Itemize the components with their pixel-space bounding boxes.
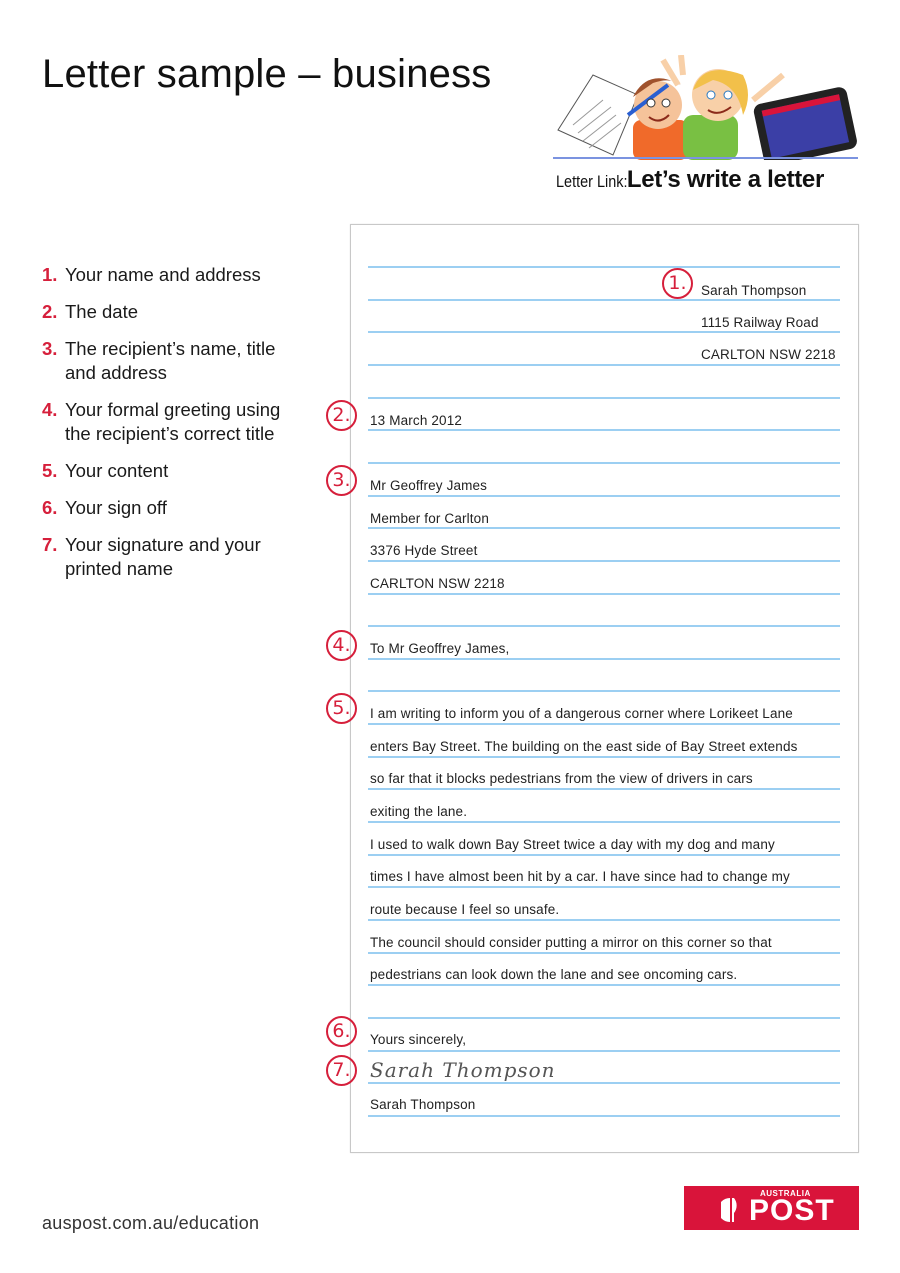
sender-city: CARLTON NSW 2218 [701,347,836,362]
footer-url[interactable]: auspost.com.au/education [42,1213,259,1234]
recipient-name: Mr Geoffrey James [370,478,488,493]
recipient-title: Member for Carlton [370,511,489,526]
ruled-line [368,527,840,529]
letter-link-title: Let’s write a letter [626,166,825,193]
step-badge-2: 2. [326,400,357,431]
step-text: Your signature and your printed name [65,534,261,579]
body-line: times I have almost been hit by a car. I… [370,869,790,884]
ruled-line [368,1050,840,1052]
boy-character-icon [626,78,688,160]
step-item: 1. Your name and address [42,263,302,287]
ruled-line [368,723,840,725]
printed-name: Sarah Thompson [370,1097,476,1112]
step-text: Your sign off [65,497,167,518]
step-item: 3. The recipient’s name, title and addres… [42,337,302,385]
handwritten-signature: Sarah Thompson [370,1058,556,1082]
hero-illustration [557,55,857,160]
ruled-line [368,429,840,431]
recipient-street: 3376 Hyde Street [370,543,478,558]
step-number: 6. [42,497,58,518]
tablet-icon [753,87,857,160]
ruled-line [368,364,840,366]
step-item: 5. Your content [42,459,302,483]
step-badge-5: 5. [326,693,357,724]
step-badge-7: 7. [326,1055,357,1086]
step-badge-1: 1. [662,268,693,299]
ruled-line [368,1017,840,1019]
step-number: 4. [42,399,58,420]
ruled-line [368,658,840,660]
step-item: 7. Your signature and your printed name [42,533,302,581]
logo-large-text: POST [749,1194,835,1227]
step-number: 7. [42,534,58,555]
ruled-line [368,397,840,399]
letter-link-prefix: Letter Link: [556,172,628,191]
step-item: 4. Your formal greeting using the recipie… [42,398,302,446]
ruled-line [368,952,840,954]
ruled-line [368,462,840,464]
recipient-city: CARLTON NSW 2218 [370,576,505,591]
body-line: I am writing to inform you of a dangerou… [370,706,793,721]
step-item: 2. The date [42,300,302,324]
step-text: Your content [65,460,169,481]
step-text: Your name and address [65,264,261,285]
step-number: 5. [42,460,58,481]
body-line: The council should consider putting a mi… [370,935,772,950]
ruled-line [368,1082,840,1084]
ruled-line [368,560,840,562]
step-item: 6. Your sign off [42,496,302,520]
step-text: Your formal greeting using the recipient… [65,399,281,444]
ruled-line [368,919,840,921]
body-line: pedestrians can look down the lane and s… [370,967,738,982]
header-divider [553,157,858,159]
steps-list: 1. Your name and address 2. The date 3. The… [42,263,302,594]
letter-paper-icon [557,74,639,156]
ruled-line [368,495,840,497]
body-line: enters Bay Street. The building on the e… [370,739,798,754]
step-text: The recipient’s name, title and address [65,338,276,383]
body-line: exiting the lane. [370,804,468,819]
ruled-line [368,788,840,790]
australia-post-logo: AUSTRALIA POST [684,1186,859,1230]
greeting: To Mr Geoffrey James, [370,641,510,656]
step-number: 3. [42,338,58,359]
step-badge-6: 6. [326,1016,357,1047]
ruled-line [368,625,840,627]
post-mark-icon [721,1198,737,1222]
step-badge-3: 3. [326,465,357,496]
ruled-line [368,854,840,856]
ruled-line [368,756,840,758]
letter-date: 13 March 2012 [370,413,463,428]
page-title: Letter sample – business [42,52,492,96]
sender-street: 1115 Railway Road [701,315,819,330]
body-line: route because I feel so unsafe. [370,902,560,917]
ruled-line [368,690,840,692]
sign-off: Yours sincerely, [370,1032,467,1047]
step-number: 2. [42,301,58,322]
ruled-line [368,593,840,595]
body-line: I used to walk down Bay Street twice a d… [370,837,775,852]
letter-link-heading: Letter Link: Let’s write a letter [556,166,824,194]
ruled-line [368,821,840,823]
ruled-line [368,266,840,268]
step-badge-4: 4. [326,630,357,661]
sender-name: Sarah Thompson [701,283,807,298]
ruled-line [368,984,840,986]
ruled-line [368,1115,840,1117]
step-text: The date [65,301,139,322]
ruled-line [368,886,840,888]
body-line: so far that it blocks pedestrians from t… [370,771,753,786]
step-number: 1. [42,264,58,285]
ruled-line [368,331,840,333]
ruled-line [368,299,840,301]
